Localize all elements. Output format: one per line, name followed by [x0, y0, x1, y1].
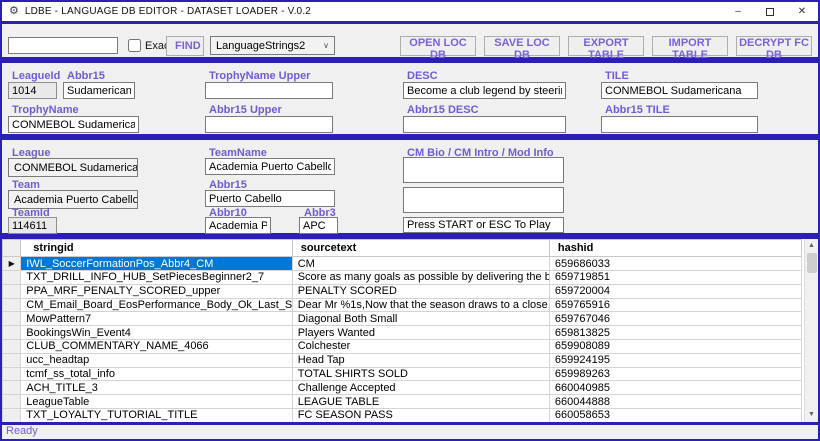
scrollbar-thumb[interactable]: [807, 253, 817, 273]
status-text: Ready: [6, 425, 38, 437]
trophyname-label: TrophyName: [12, 104, 79, 116]
team-dropdown-value: Academia Puerto Cabello - 114611: [14, 194, 138, 206]
decrypt-fc-db-button[interactable]: DECRYPT FC DB: [736, 36, 812, 56]
league-dropdown-value: CONMEBOL Sudamericana - 1014: [14, 162, 138, 174]
column-header-sourcetext[interactable]: sourcetext: [292, 240, 549, 257]
find-button[interactable]: FIND: [166, 36, 204, 56]
column-header-stringid[interactable]: stringid: [21, 240, 292, 257]
abbr15-upper-label: Abbr15 Upper: [209, 104, 282, 116]
leagueid-field: [8, 82, 57, 99]
abbr15-desc-label: Abbr15 DESC: [407, 104, 479, 116]
title-bar: ⚙ LDBE - LANGUAGE DB EDITOR - DATASET LO…: [2, 2, 818, 21]
minimize-icon[interactable]: –: [722, 2, 754, 21]
desc-field[interactable]: [403, 82, 566, 99]
table-row[interactable]: ▶ IWL_SoccerFormationPos_Abbr4_CMCM65968…: [3, 257, 802, 271]
chevron-down-icon: ∨: [323, 41, 329, 50]
maximize-icon[interactable]: [754, 2, 786, 21]
abbr15-upper-field[interactable]: [205, 116, 333, 133]
leagueid-label: LeagueId: [12, 70, 60, 82]
table-row[interactable]: TXT_DRILL_INFO_HUB_SetPiecesBeginner2_7S…: [3, 271, 802, 285]
status-bar: Ready: [2, 425, 818, 439]
table-header-row: stringid sourcetext hashid: [3, 240, 802, 257]
scroll-up-icon[interactable]: ▲: [805, 239, 818, 253]
abbr15-field[interactable]: [63, 82, 135, 99]
table-row[interactable]: LeagueTableLEAGUE TABLE660044888: [3, 395, 802, 409]
abbr3-field[interactable]: [299, 217, 338, 234]
window-controls: – ✕: [722, 2, 818, 21]
table-row[interactable]: PPA_MRF_PENALTY_SCORED_upperPENALTY SCOR…: [3, 284, 802, 298]
abbr15-desc-field[interactable]: [403, 116, 566, 133]
open-loc-db-button[interactable]: OPEN LOC DB: [400, 36, 476, 56]
tile-label: TILE: [605, 70, 629, 82]
cm-intro-field[interactable]: [403, 187, 564, 213]
league-fields-panel: LeagueId Abbr15 TrophyName Upper DESC TI…: [2, 60, 818, 137]
table-select-value: LanguageStrings2: [216, 40, 305, 52]
window-title: LDBE - LANGUAGE DB EDITOR - DATASET LOAD…: [25, 6, 311, 17]
teamid-field: [8, 217, 57, 234]
scroll-down-icon[interactable]: ▼: [805, 408, 818, 422]
abbr10-field[interactable]: [205, 217, 271, 234]
exact-checkbox[interactable]: [128, 39, 141, 52]
league-dropdown[interactable]: CONMEBOL Sudamericana - 1014 ∨: [8, 158, 138, 177]
toolbar-panel: Exact FIND LanguageStrings2 ∨ OPEN LOC D…: [2, 21, 818, 60]
table-row[interactable]: tcmf_ss_total_infoTOTAL SHIRTS SOLD65998…: [3, 367, 802, 381]
strings-grid-panel: stringid sourcetext hashid ▶ IWL_SoccerF…: [2, 236, 818, 425]
export-table-button[interactable]: EXPORT TABLE: [568, 36, 644, 56]
table-row[interactable]: ucc_headtapHead Tap659924195: [3, 353, 802, 367]
tile-field[interactable]: [601, 82, 758, 99]
teamname-field[interactable]: [205, 158, 335, 175]
abbr15-tile-field[interactable]: [601, 116, 758, 133]
table-row[interactable]: MowPattern7Diagonal Both Small659767046: [3, 312, 802, 326]
import-table-button[interactable]: IMPORT TABLE: [652, 36, 728, 56]
abbr15-tile-label: Abbr15 TILE: [605, 104, 670, 116]
table-row[interactable]: CLUB_COMMENTARY_NAME_4066Colchester65990…: [3, 339, 802, 353]
row-selector-header: [3, 240, 21, 257]
table-row[interactable]: ACH_TITLE_3Challenge Accepted660040985: [3, 381, 802, 395]
save-loc-db-button[interactable]: SAVE LOC DB: [484, 36, 560, 56]
app-icon: ⚙: [9, 6, 19, 17]
strings-table: stringid sourcetext hashid ▶ IWL_SoccerF…: [2, 239, 802, 423]
db-button-group: OPEN LOC DB SAVE LOC DB EXPORT TABLE IMP…: [400, 36, 812, 56]
mod-info-field[interactable]: [403, 217, 564, 233]
team-abbr15-field[interactable]: [205, 190, 335, 207]
vertical-scrollbar[interactable]: ▲ ▼: [804, 239, 818, 422]
team-fields-panel: League CONMEBOL Sudamericana - 1014 ∨ Te…: [2, 137, 818, 236]
search-input[interactable]: [8, 37, 118, 54]
abbr15-label: Abbr15: [67, 70, 105, 82]
close-icon[interactable]: ✕: [786, 2, 818, 21]
table-row[interactable]: CM_Email_Board_EosPerformance_Body_Ok_La…: [3, 298, 802, 312]
app-window: ⚙ LDBE - LANGUAGE DB EDITOR - DATASET LO…: [0, 0, 820, 441]
cm-bio-field[interactable]: [403, 157, 564, 183]
trophyname-upper-label: TrophyName Upper: [209, 70, 310, 82]
table-row[interactable]: BookingsWin_Event4Players Wanted65981382…: [3, 326, 802, 340]
trophyname-field[interactable]: [8, 116, 139, 133]
table-select-dropdown[interactable]: LanguageStrings2 ∨: [210, 36, 335, 55]
table-row[interactable]: TXT_LOYALTY_TUTORIAL_TITLEFC SEASON PASS…: [3, 408, 802, 422]
current-row-arrow-icon: ▶: [9, 259, 15, 268]
column-header-hashid[interactable]: hashid: [549, 240, 801, 257]
trophyname-upper-field[interactable]: [205, 82, 333, 99]
desc-label: DESC: [407, 70, 438, 82]
